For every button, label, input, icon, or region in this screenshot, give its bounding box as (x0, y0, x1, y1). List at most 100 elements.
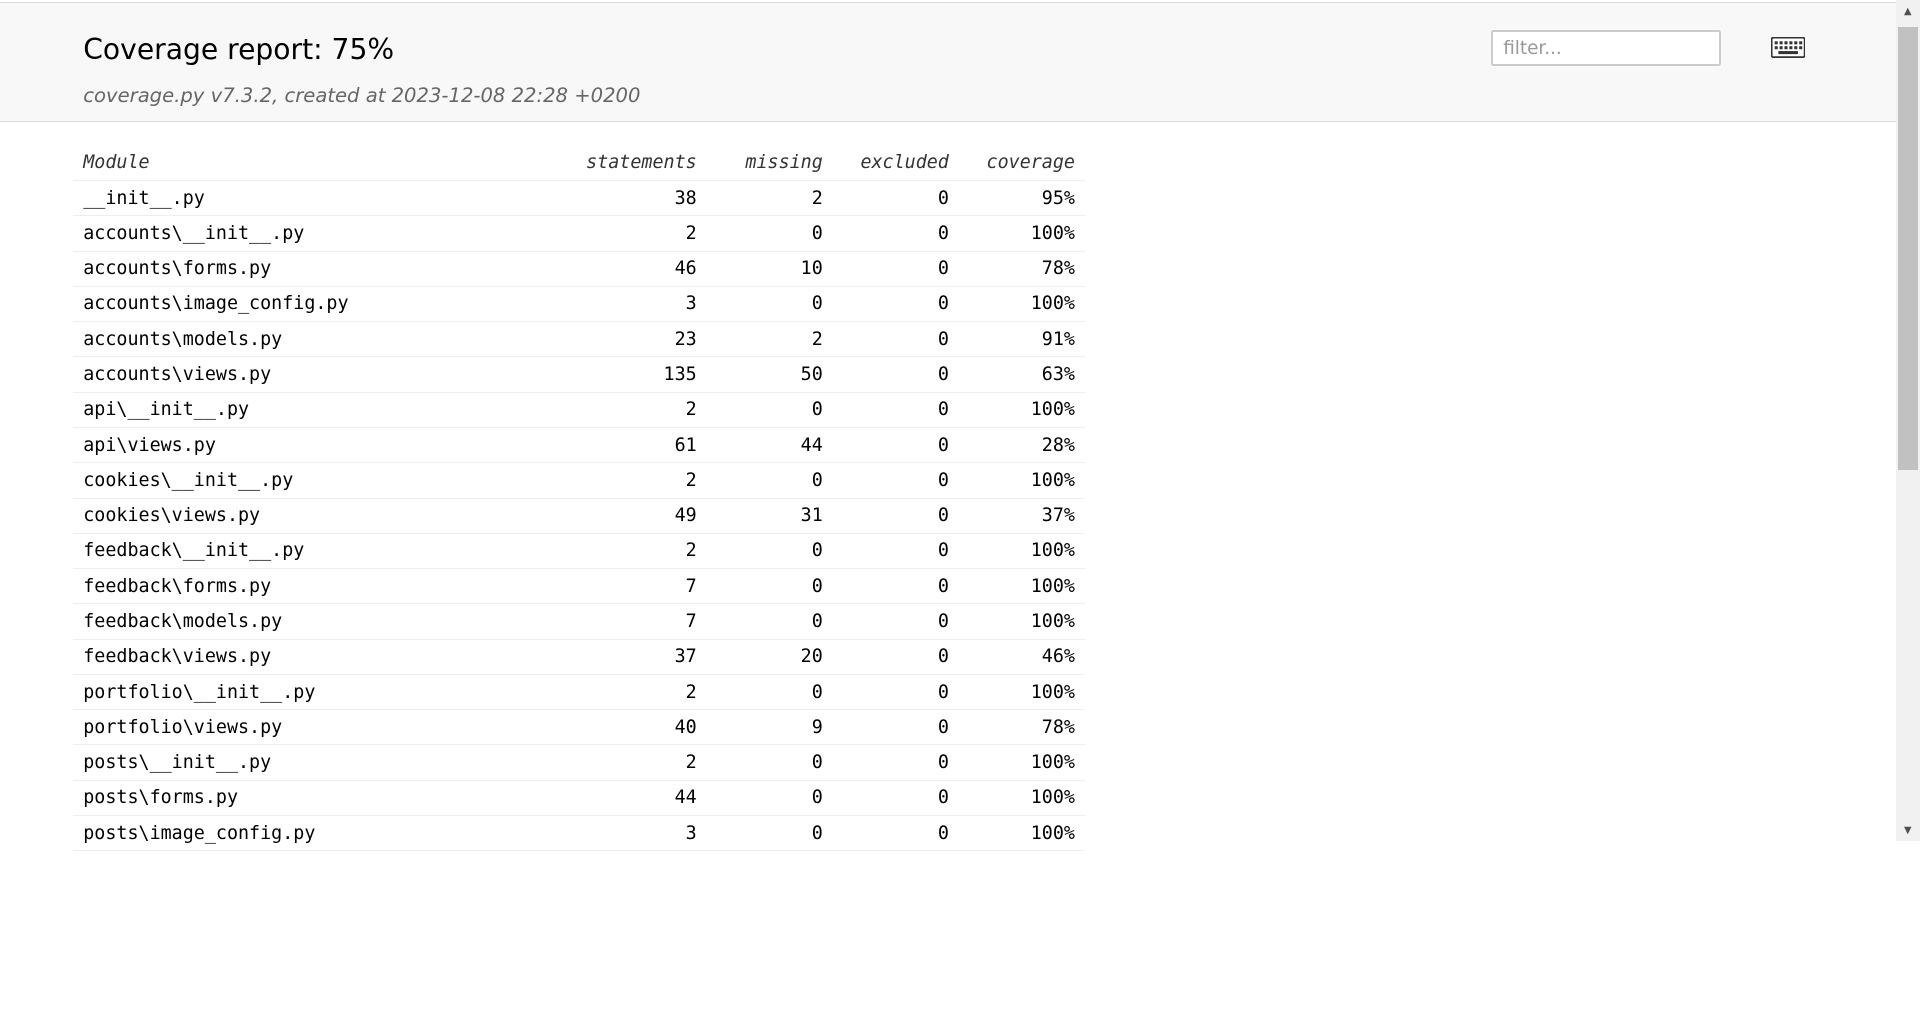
vertical-scrollbar[interactable]: ▲ ▼ (1895, 0, 1920, 842)
statements-cell: 2 (546, 674, 707, 711)
table-row: accounts\image_config.py 3 0 0 100% (73, 286, 1085, 323)
coverage-cell: 28% (958, 427, 1085, 464)
missing-cell: 9 (706, 709, 833, 746)
excluded-cell: 0 (832, 392, 959, 428)
missing-cell: 20 (706, 639, 833, 675)
table-row: feedback\forms.py 7 0 0 100% (73, 568, 1085, 605)
missing-cell: 44 (706, 427, 833, 464)
statements-cell: 61 (546, 427, 707, 464)
table-header-row: Module statements missing excluded cover… (73, 144, 1085, 181)
table-row: portfolio\views.py 40 9 0 78% (73, 709, 1085, 746)
module-name-link[interactable]: accounts\models.py (73, 321, 547, 358)
coverage-cell: 100% (958, 533, 1085, 570)
excluded-cell: 0 (832, 462, 959, 499)
excluded-cell: 0 (832, 251, 959, 287)
missing-cell: 0 (706, 215, 833, 252)
missing-cell: 10 (706, 251, 833, 287)
keyboard-shortcuts-button[interactable] (1768, 34, 1807, 61)
module-name-link[interactable]: feedback\forms.py (73, 568, 547, 605)
table-row: api\__init__.py 2 0 0 100% (73, 392, 1085, 428)
module-name-link[interactable]: accounts\__init__.py (73, 215, 547, 252)
missing-cell: 0 (706, 533, 833, 570)
module-name-link[interactable]: accounts\views.py (73, 356, 547, 393)
module-name-link[interactable]: posts\forms.py (73, 780, 547, 817)
statements-cell: 7 (546, 568, 707, 605)
keyboard-icon (1770, 37, 1805, 58)
coverage-cell: 46% (958, 639, 1085, 675)
module-name-link[interactable]: accounts\forms.py (73, 251, 547, 287)
table-row: posts\__init__.py 2 0 0 100% (73, 744, 1085, 781)
missing-cell: 31 (706, 498, 833, 534)
excluded-cell: 0 (832, 674, 959, 711)
column-header-coverage[interactable]: coverage (958, 144, 1085, 181)
excluded-cell: 0 (832, 603, 959, 640)
module-name-link[interactable]: feedback\views.py (73, 639, 547, 675)
module-name-link[interactable]: __init__.py (73, 180, 547, 217)
excluded-cell: 0 (832, 427, 959, 464)
column-header-excluded[interactable]: excluded (832, 144, 959, 181)
missing-cell: 50 (706, 356, 833, 393)
filter-input[interactable] (1491, 30, 1721, 67)
coverage-cell: 78% (958, 251, 1085, 287)
module-name-link[interactable]: posts\image_config.py (73, 815, 547, 852)
missing-cell: 0 (706, 392, 833, 428)
statements-cell: 40 (546, 709, 707, 746)
coverage-cell: 91% (958, 321, 1085, 358)
missing-cell: 0 (706, 674, 833, 711)
coverage-cell: 100% (958, 392, 1085, 428)
table-row: accounts\models.py 23 2 0 91% (73, 321, 1085, 358)
excluded-cell: 0 (832, 709, 959, 746)
module-name-link[interactable]: feedback\__init__.py (73, 533, 547, 570)
coverage-cell: 100% (958, 215, 1085, 252)
column-header-missing[interactable]: missing (706, 144, 833, 181)
table-row: feedback\models.py 7 0 0 100% (73, 603, 1085, 640)
coverage-cell: 100% (958, 780, 1085, 817)
module-name-link[interactable]: cookies\views.py (73, 498, 547, 534)
scrollbar-thumb[interactable] (1897, 26, 1918, 471)
module-name-link[interactable]: api\views.py (73, 427, 547, 464)
module-name-link[interactable]: portfolio\__init__.py (73, 674, 547, 711)
module-name-link[interactable]: feedback\models.py (73, 603, 547, 640)
coverage-cell: 100% (958, 603, 1085, 640)
coverage-cell: 37% (958, 498, 1085, 534)
module-name-link[interactable]: api\__init__.py (73, 392, 547, 428)
coverage-cell: 63% (958, 356, 1085, 393)
coverage-cell: 100% (958, 286, 1085, 323)
column-header-module[interactable]: Module (73, 144, 547, 181)
excluded-cell: 0 (832, 744, 959, 781)
statements-cell: 2 (546, 533, 707, 570)
report-header: Coverage report: 75% coverage.py v7.3.2,… (0, 2, 1896, 122)
excluded-cell: 0 (832, 815, 959, 852)
missing-cell: 0 (706, 744, 833, 781)
column-header-statements[interactable]: statements (546, 144, 707, 181)
excluded-cell: 0 (832, 533, 959, 570)
statements-cell: 7 (546, 603, 707, 640)
statements-cell: 23 (546, 321, 707, 358)
missing-cell: 2 (706, 321, 833, 358)
statements-cell: 44 (546, 780, 707, 817)
coverage-cell: 100% (958, 674, 1085, 711)
page: Coverage report: 75% coverage.py v7.3.2,… (0, 0, 1920, 852)
missing-cell: 0 (706, 462, 833, 499)
missing-cell: 0 (706, 603, 833, 640)
statements-cell: 46 (546, 251, 707, 287)
scroll-up-arrow-icon[interactable]: ▲ (1896, 0, 1920, 22)
missing-cell: 0 (706, 286, 833, 323)
missing-cell: 0 (706, 780, 833, 817)
module-name-link[interactable]: cookies\__init__.py (73, 462, 547, 499)
module-name-link[interactable]: portfolio\views.py (73, 709, 547, 746)
coverage-cell: 100% (958, 744, 1085, 781)
table-row: portfolio\__init__.py 2 0 0 100% (73, 674, 1085, 711)
table-row: feedback\views.py 37 20 0 46% (73, 639, 1085, 675)
table-row: accounts\__init__.py 2 0 0 100% (73, 215, 1085, 252)
table-row: accounts\forms.py 46 10 0 78% (73, 251, 1085, 287)
excluded-cell: 0 (832, 498, 959, 534)
statements-cell: 2 (546, 392, 707, 428)
excluded-cell: 0 (832, 780, 959, 817)
module-name-link[interactable]: posts\__init__.py (73, 744, 547, 781)
statements-cell: 38 (546, 180, 707, 217)
table-row: api\views.py 61 44 0 28% (73, 427, 1085, 464)
module-name-link[interactable]: accounts\image_config.py (73, 286, 547, 323)
scroll-down-arrow-icon[interactable]: ▼ (1896, 819, 1920, 841)
statements-cell: 3 (546, 286, 707, 323)
